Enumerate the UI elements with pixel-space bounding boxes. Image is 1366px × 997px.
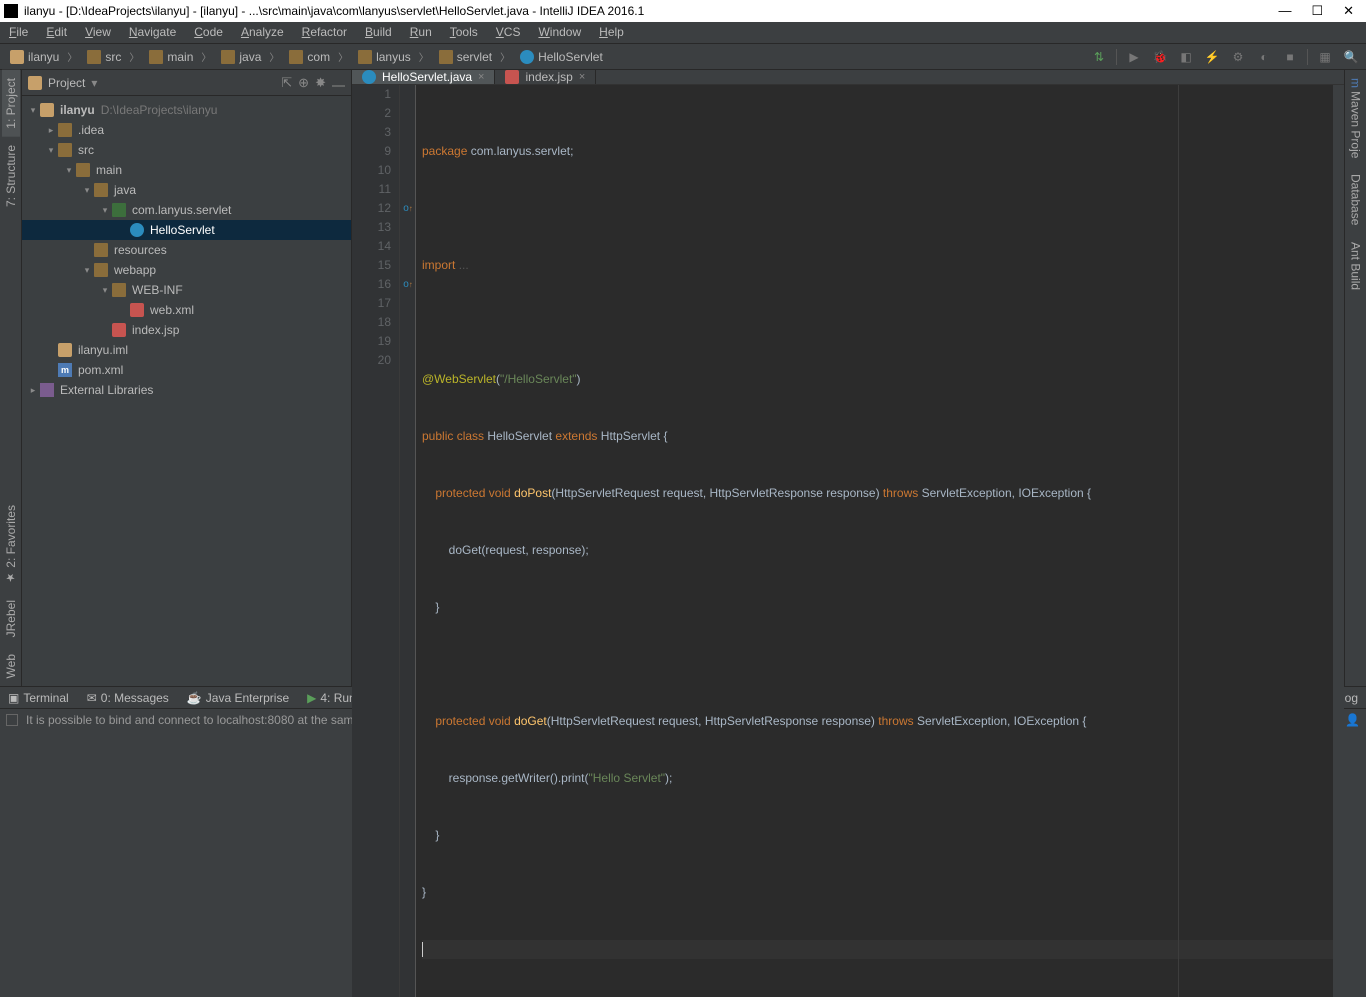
tool-tab-jrebel[interactable]: JRebel <box>2 592 20 645</box>
menu-view[interactable]: View <box>76 22 120 43</box>
close-tab-icon[interactable]: × <box>579 71 585 83</box>
editor-area: HelloServlet.java ×index.jsp × 123910111… <box>352 70 1344 686</box>
tree-item[interactable]: ▾WEB-INF <box>22 280 351 300</box>
menu-tools[interactable]: Tools <box>441 22 487 43</box>
margin-guide <box>1178 85 1179 997</box>
jrebel-debug-icon[interactable]: ⚙ <box>1229 48 1247 66</box>
menu-analyze[interactable]: Analyze <box>232 22 293 43</box>
tree-item[interactable]: ▾src <box>22 140 351 160</box>
menu-help[interactable]: Help <box>590 22 633 43</box>
tool-messages[interactable]: ✉ 0: Messages <box>87 691 169 705</box>
tree-item[interactable]: HelloServlet <box>22 220 351 240</box>
tool-terminal[interactable]: ▣ Terminal <box>8 691 69 705</box>
tool-tab-web[interactable]: Web <box>2 646 20 686</box>
profile-button[interactable]: ◐ <box>1255 48 1273 66</box>
tree-item[interactable]: index.jsp <box>22 320 351 340</box>
structure-icon[interactable]: ▦ <box>1316 48 1334 66</box>
tool-tab-structure[interactable]: 7: Structure <box>2 137 20 215</box>
override-icon[interactable]: o↑ <box>401 275 415 294</box>
tree-item[interactable]: ▾com.lanyus.servlet <box>22 200 351 220</box>
hector-icon[interactable]: 👤 <box>1345 713 1360 727</box>
crumb-lanyus[interactable]: lanyus <box>354 49 433 64</box>
sidebar-title: Project <box>48 76 85 90</box>
crumb-main[interactable]: main <box>145 49 215 64</box>
stop-button[interactable]: ■ <box>1281 48 1299 66</box>
run-toolbar: ⇅ ▶ 🐞 ◧ ⚡ ⚙ ◐ ■ ▦ 🔍 <box>1090 48 1360 66</box>
tree-item[interactable]: ▸.idea <box>22 120 351 140</box>
tree-item[interactable]: ilanyu.iml <box>22 340 351 360</box>
menu-edit[interactable]: Edit <box>37 22 76 43</box>
tool-run[interactable]: ▶ 4: Run <box>307 691 356 705</box>
build-icon[interactable]: ⇅ <box>1090 48 1108 66</box>
editor-scrollbar[interactable] <box>1333 85 1344 997</box>
tree-item[interactable]: web.xml <box>22 300 351 320</box>
tree-root[interactable]: ▾ ilanyu D:\IdeaProjects\ilanyu <box>22 100 351 120</box>
project-icon <box>28 76 42 90</box>
code-editor[interactable]: package com.lanyus.servlet; import ... @… <box>416 85 1333 997</box>
menu-run[interactable]: Run <box>401 22 441 43</box>
tool-tab-ant[interactable]: Ant Build <box>1347 234 1365 298</box>
collapse-icon[interactable]: ⇱ <box>281 75 292 91</box>
override-icon[interactable]: o↑ <box>401 199 415 218</box>
tree-item[interactable]: mpom.xml <box>22 360 351 380</box>
titlebar: ilanyu - [D:\IdeaProjects\ilanyu] - [ila… <box>0 0 1366 22</box>
crumb-com[interactable]: com <box>285 49 352 64</box>
tool-java-enterprise[interactable]: ☕ Java Enterprise <box>187 691 289 705</box>
menu-vcs[interactable]: VCS <box>487 22 530 43</box>
menubar: FileEditViewNavigateCodeAnalyzeRefactorB… <box>0 22 1366 44</box>
run-button[interactable]: ▶ <box>1125 48 1143 66</box>
breadcrumb[interactable]: ilanyusrcmainjavacomlanyusservletHelloSe… <box>0 49 615 64</box>
close-tab-icon[interactable]: × <box>478 71 484 83</box>
project-tree[interactable]: ▾ ilanyu D:\IdeaProjects\ilanyu ▸.idea▾s… <box>22 96 351 686</box>
tree-item[interactable]: resources <box>22 240 351 260</box>
project-sidebar: Project ▾ ⇱ ⊕ ✸ ⎼ ▾ ilanyu D:\IdeaProjec… <box>22 70 352 686</box>
right-tool-strip: m Maven Proje Database Ant Build <box>1344 70 1366 686</box>
coverage-button[interactable]: ◧ <box>1177 48 1195 66</box>
tree-item[interactable]: ▾java <box>22 180 351 200</box>
dropdown-icon[interactable]: ▾ <box>91 76 97 90</box>
menu-code[interactable]: Code <box>185 22 232 43</box>
menu-build[interactable]: Build <box>356 22 401 43</box>
tree-external-libs[interactable]: ▸ External Libraries <box>22 380 351 400</box>
left-tool-strip: 1: Project 7: Structure ★ 2: Favorites J… <box>0 70 22 686</box>
navigation-bar: ilanyusrcmainjavacomlanyusservletHelloSe… <box>0 44 1366 70</box>
editor-tab[interactable]: index.jsp × <box>495 70 596 84</box>
editor-tabs: HelloServlet.java ×index.jsp × <box>352 70 1344 85</box>
caret <box>422 942 423 957</box>
debug-button[interactable]: 🐞 <box>1151 48 1169 66</box>
maximize-button[interactable]: ☐ <box>1311 3 1323 19</box>
annotation-gutter: o↑ o↑ <box>400 85 416 997</box>
crumb-helloservlet[interactable]: HelloServlet <box>516 50 615 64</box>
tree-item[interactable]: ▾main <box>22 160 351 180</box>
menu-navigate[interactable]: Navigate <box>120 22 185 43</box>
tool-tab-favorites[interactable]: ★ 2: Favorites <box>2 497 20 592</box>
tool-tab-database[interactable]: Database <box>1347 166 1365 233</box>
crumb-src[interactable]: src <box>83 49 143 64</box>
tree-item[interactable]: ▾webapp <box>22 260 351 280</box>
current-line[interactable] <box>422 940 1333 959</box>
tool-tab-project[interactable]: 1: Project <box>2 70 20 137</box>
line-numbers: 12391011121314151617181920 <box>352 85 400 997</box>
gear-icon[interactable]: ✸ <box>315 75 326 91</box>
intellij-icon <box>4 4 18 18</box>
menu-file[interactable]: File <box>0 22 37 43</box>
tool-tab-maven[interactable]: m Maven Proje <box>1347 70 1365 166</box>
menu-refactor[interactable]: Refactor <box>293 22 356 43</box>
crumb-java[interactable]: java <box>217 49 283 64</box>
window-title: ilanyu - [D:\IdeaProjects\ilanyu] - [ila… <box>24 4 644 18</box>
menu-window[interactable]: Window <box>529 22 590 43</box>
status-toggle-icon[interactable] <box>6 714 18 726</box>
crumb-servlet[interactable]: servlet <box>435 49 514 64</box>
minimize-button[interactable]: — <box>1278 3 1291 19</box>
jrebel-run-icon[interactable]: ⚡ <box>1203 48 1221 66</box>
search-icon[interactable]: 🔍 <box>1342 48 1360 66</box>
crumb-ilanyu[interactable]: ilanyu <box>6 49 81 64</box>
hide-icon[interactable]: ⎼ <box>332 75 345 91</box>
close-button[interactable]: ✕ <box>1343 3 1354 19</box>
scroll-to-icon[interactable]: ⊕ <box>298 75 309 91</box>
editor-tab[interactable]: HelloServlet.java × <box>352 70 495 84</box>
